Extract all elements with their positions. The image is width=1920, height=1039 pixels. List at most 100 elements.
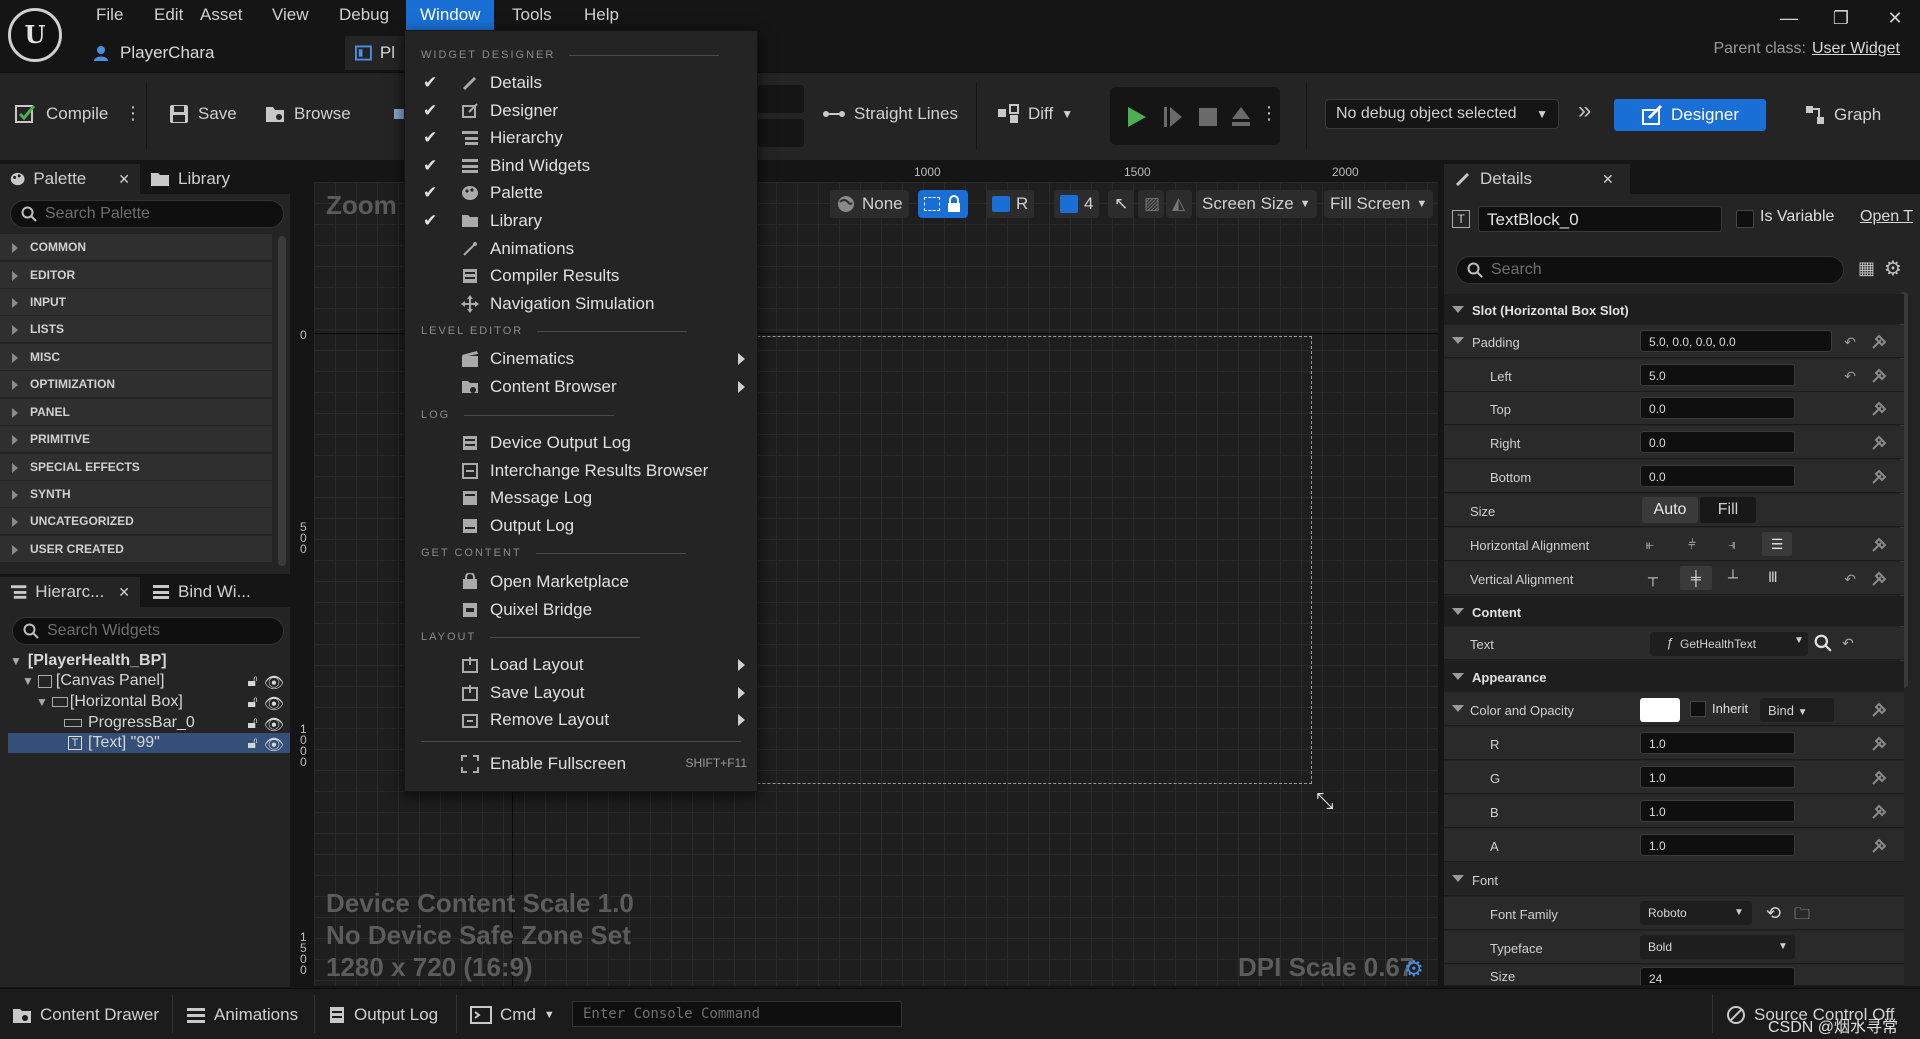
cursor-icon[interactable]: ↖ xyxy=(1108,190,1134,218)
tab-details[interactable]: Details ✕ xyxy=(1444,164,1630,194)
bind-icon[interactable] xyxy=(1870,536,1888,554)
designer-mode-button[interactable]: Designer xyxy=(1614,99,1766,131)
valign-top-icon[interactable]: ┬ xyxy=(1648,569,1658,585)
expand-arrow-icon[interactable]: ▼ xyxy=(22,674,34,688)
hidden-toolbar-icon[interactable] xyxy=(394,109,404,119)
category-lists[interactable]: LISTS xyxy=(0,316,272,343)
valign-bottom-icon[interactable]: ┴ xyxy=(1728,569,1738,585)
expand-arrow-icon[interactable]: ▼ xyxy=(10,654,22,668)
step-icon[interactable] xyxy=(1162,105,1184,129)
debug-object-select[interactable]: No debug object selected ▼ xyxy=(1325,99,1559,129)
menu-item-bind-widgets[interactable]: ✔ Bind Widgets xyxy=(405,152,757,179)
bind-icon[interactable] xyxy=(1870,803,1888,821)
category-misc[interactable]: MISC xyxy=(0,344,272,371)
menu-item-navigation-simulation[interactable]: Navigation Simulation xyxy=(405,290,757,317)
menu-item-message-log[interactable]: Message Log xyxy=(405,484,757,511)
toolbar-field-1[interactable] xyxy=(758,85,804,113)
appearance-section-header[interactable]: Appearance xyxy=(1444,661,1904,691)
padding-left-input[interactable]: 5.0 xyxy=(1640,364,1795,386)
reset-icon[interactable]: ↶ xyxy=(1842,635,1854,652)
straight-lines-button[interactable]: Straight Lines xyxy=(822,97,958,131)
align-fill-icon[interactable]: ☰ xyxy=(1762,532,1792,556)
category-user-created[interactable]: USER CREATED xyxy=(0,536,272,563)
menu-file[interactable]: File xyxy=(82,0,137,30)
lock-icon[interactable]: 🔓︎ xyxy=(247,673,257,693)
palette-scrollbar[interactable] xyxy=(278,236,286,566)
widget-name-field[interactable]: TextBlock_0 xyxy=(1478,206,1722,232)
padding-right-input[interactable]: 0.0 xyxy=(1640,431,1795,453)
bind-icon[interactable] xyxy=(1870,735,1888,753)
settings-gear-icon[interactable]: ⚙ xyxy=(1404,956,1424,982)
bind-icon[interactable] xyxy=(1870,434,1888,452)
lock-icon[interactable]: 🔓︎ xyxy=(247,715,257,735)
asset-tab-active[interactable]: Pl xyxy=(345,36,405,70)
color-a-input[interactable]: 1.0 xyxy=(1640,834,1795,856)
bind-icon[interactable] xyxy=(1870,367,1888,385)
size-fill-toggle[interactable]: Fill xyxy=(1700,497,1756,523)
menu-item-details[interactable]: ✔ Details xyxy=(405,69,757,96)
maximize-icon[interactable]: ❐ xyxy=(1826,8,1856,32)
tab-library[interactable]: Library xyxy=(140,164,240,194)
category-optimization[interactable]: OPTIMIZATION xyxy=(0,371,272,398)
text-binding-dropdown[interactable]: GetHealthText xyxy=(1650,632,1808,656)
graph-mode-button[interactable]: Graph xyxy=(1804,99,1881,131)
tab-bind-widgets[interactable]: Bind Wi... xyxy=(142,577,261,607)
reset-icon[interactable]: ↶ xyxy=(1844,334,1856,351)
bind-icon[interactable] xyxy=(1870,468,1888,486)
color-b-input[interactable]: 1.0 xyxy=(1640,800,1795,822)
bind-icon[interactable] xyxy=(1870,333,1888,351)
menu-item-save-layout[interactable]: Save Layout xyxy=(405,679,757,706)
details-search-input[interactable]: Search xyxy=(1456,256,1844,284)
localization-preview-button[interactable]: None xyxy=(830,190,909,218)
menu-tools[interactable]: Tools xyxy=(498,0,566,30)
compile-button[interactable]: Compile xyxy=(14,97,108,131)
bind-icon[interactable] xyxy=(1870,837,1888,855)
compile-options-icon[interactable]: ⋮ xyxy=(124,103,142,124)
grid-snap-toggle[interactable]: 4 xyxy=(1054,190,1100,218)
category-panel[interactable]: PANEL xyxy=(0,399,272,426)
typeface-dropdown[interactable]: Bold xyxy=(1640,935,1795,959)
size-auto-toggle[interactable]: Auto xyxy=(1642,497,1698,523)
eye-icon[interactable]: 👁︎ xyxy=(264,715,284,735)
respect-locks-toggle[interactable]: R xyxy=(986,190,1035,218)
color-swatch[interactable] xyxy=(1640,698,1680,722)
menu-item-cinematics[interactable]: Cinematics xyxy=(405,345,757,372)
tree-item-canvas-panel[interactable]: ▼ [Canvas Panel] 🔓︎ 👁︎ xyxy=(0,671,290,693)
expand-arrow-icon[interactable] xyxy=(1452,875,1464,882)
close-icon[interactable]: ✕ xyxy=(118,577,130,607)
bind-icon[interactable] xyxy=(1870,400,1888,418)
lock-icon[interactable] xyxy=(946,195,962,213)
marquee-toggle[interactable] xyxy=(918,190,968,218)
color-r-input[interactable]: 1.0 xyxy=(1640,732,1795,754)
menu-item-palette[interactable]: ✔ Palette xyxy=(405,179,757,206)
category-input[interactable]: INPUT xyxy=(0,289,272,316)
menu-item-hierarchy[interactable]: ✔ Hierarchy xyxy=(405,124,757,151)
color-g-input[interactable]: 1.0 xyxy=(1640,766,1795,788)
reset-icon[interactable]: ↶ xyxy=(1844,368,1856,385)
category-special-effects[interactable]: SPECIAL EFFECTS xyxy=(0,454,272,481)
menu-item-content-browser[interactable]: Content Browser xyxy=(405,373,757,400)
play-icon[interactable] xyxy=(1126,105,1148,129)
close-icon[interactable]: ✕ xyxy=(1602,164,1614,194)
tree-item-text[interactable]: T [Text] "99" 🔓︎ 👁︎ xyxy=(8,733,290,754)
eye-icon[interactable]: 👁︎ xyxy=(264,673,284,693)
bind-icon[interactable] xyxy=(1870,570,1888,588)
valign-center-icon[interactable]: ╪ xyxy=(1680,566,1712,590)
output-log-button[interactable]: Output Log xyxy=(328,1001,438,1029)
save-button[interactable]: Save xyxy=(168,97,237,131)
screen-size-dropdown[interactable]: Screen Size ▼ xyxy=(1196,190,1317,218)
font-row[interactable]: Font xyxy=(1444,863,1904,896)
category-primitive[interactable]: PRIMITIVE xyxy=(0,426,272,453)
animations-button[interactable]: Animations xyxy=(186,1001,298,1029)
padding-bottom-input[interactable]: 0.0 xyxy=(1640,465,1795,487)
category-editor[interactable]: EDITOR xyxy=(0,262,272,289)
search-palette-input[interactable]: Search Palette xyxy=(10,200,284,228)
tree-item-horizontal-box[interactable]: ▼ [Horizontal Box] 🔓︎ 👁︎ xyxy=(0,692,290,713)
table-view-icon[interactable]: ▦ xyxy=(1858,258,1875,279)
is-variable-checkbox[interactable] xyxy=(1736,210,1754,228)
console-command-input[interactable]: Enter Console Command xyxy=(572,1001,902,1027)
menu-item-library[interactable]: ✔ Library xyxy=(405,207,757,234)
content-drawer-button[interactable]: Content Drawer xyxy=(12,1001,159,1029)
category-common[interactable]: COMMON xyxy=(0,234,272,261)
unreal-logo-icon[interactable]: U xyxy=(8,8,62,62)
